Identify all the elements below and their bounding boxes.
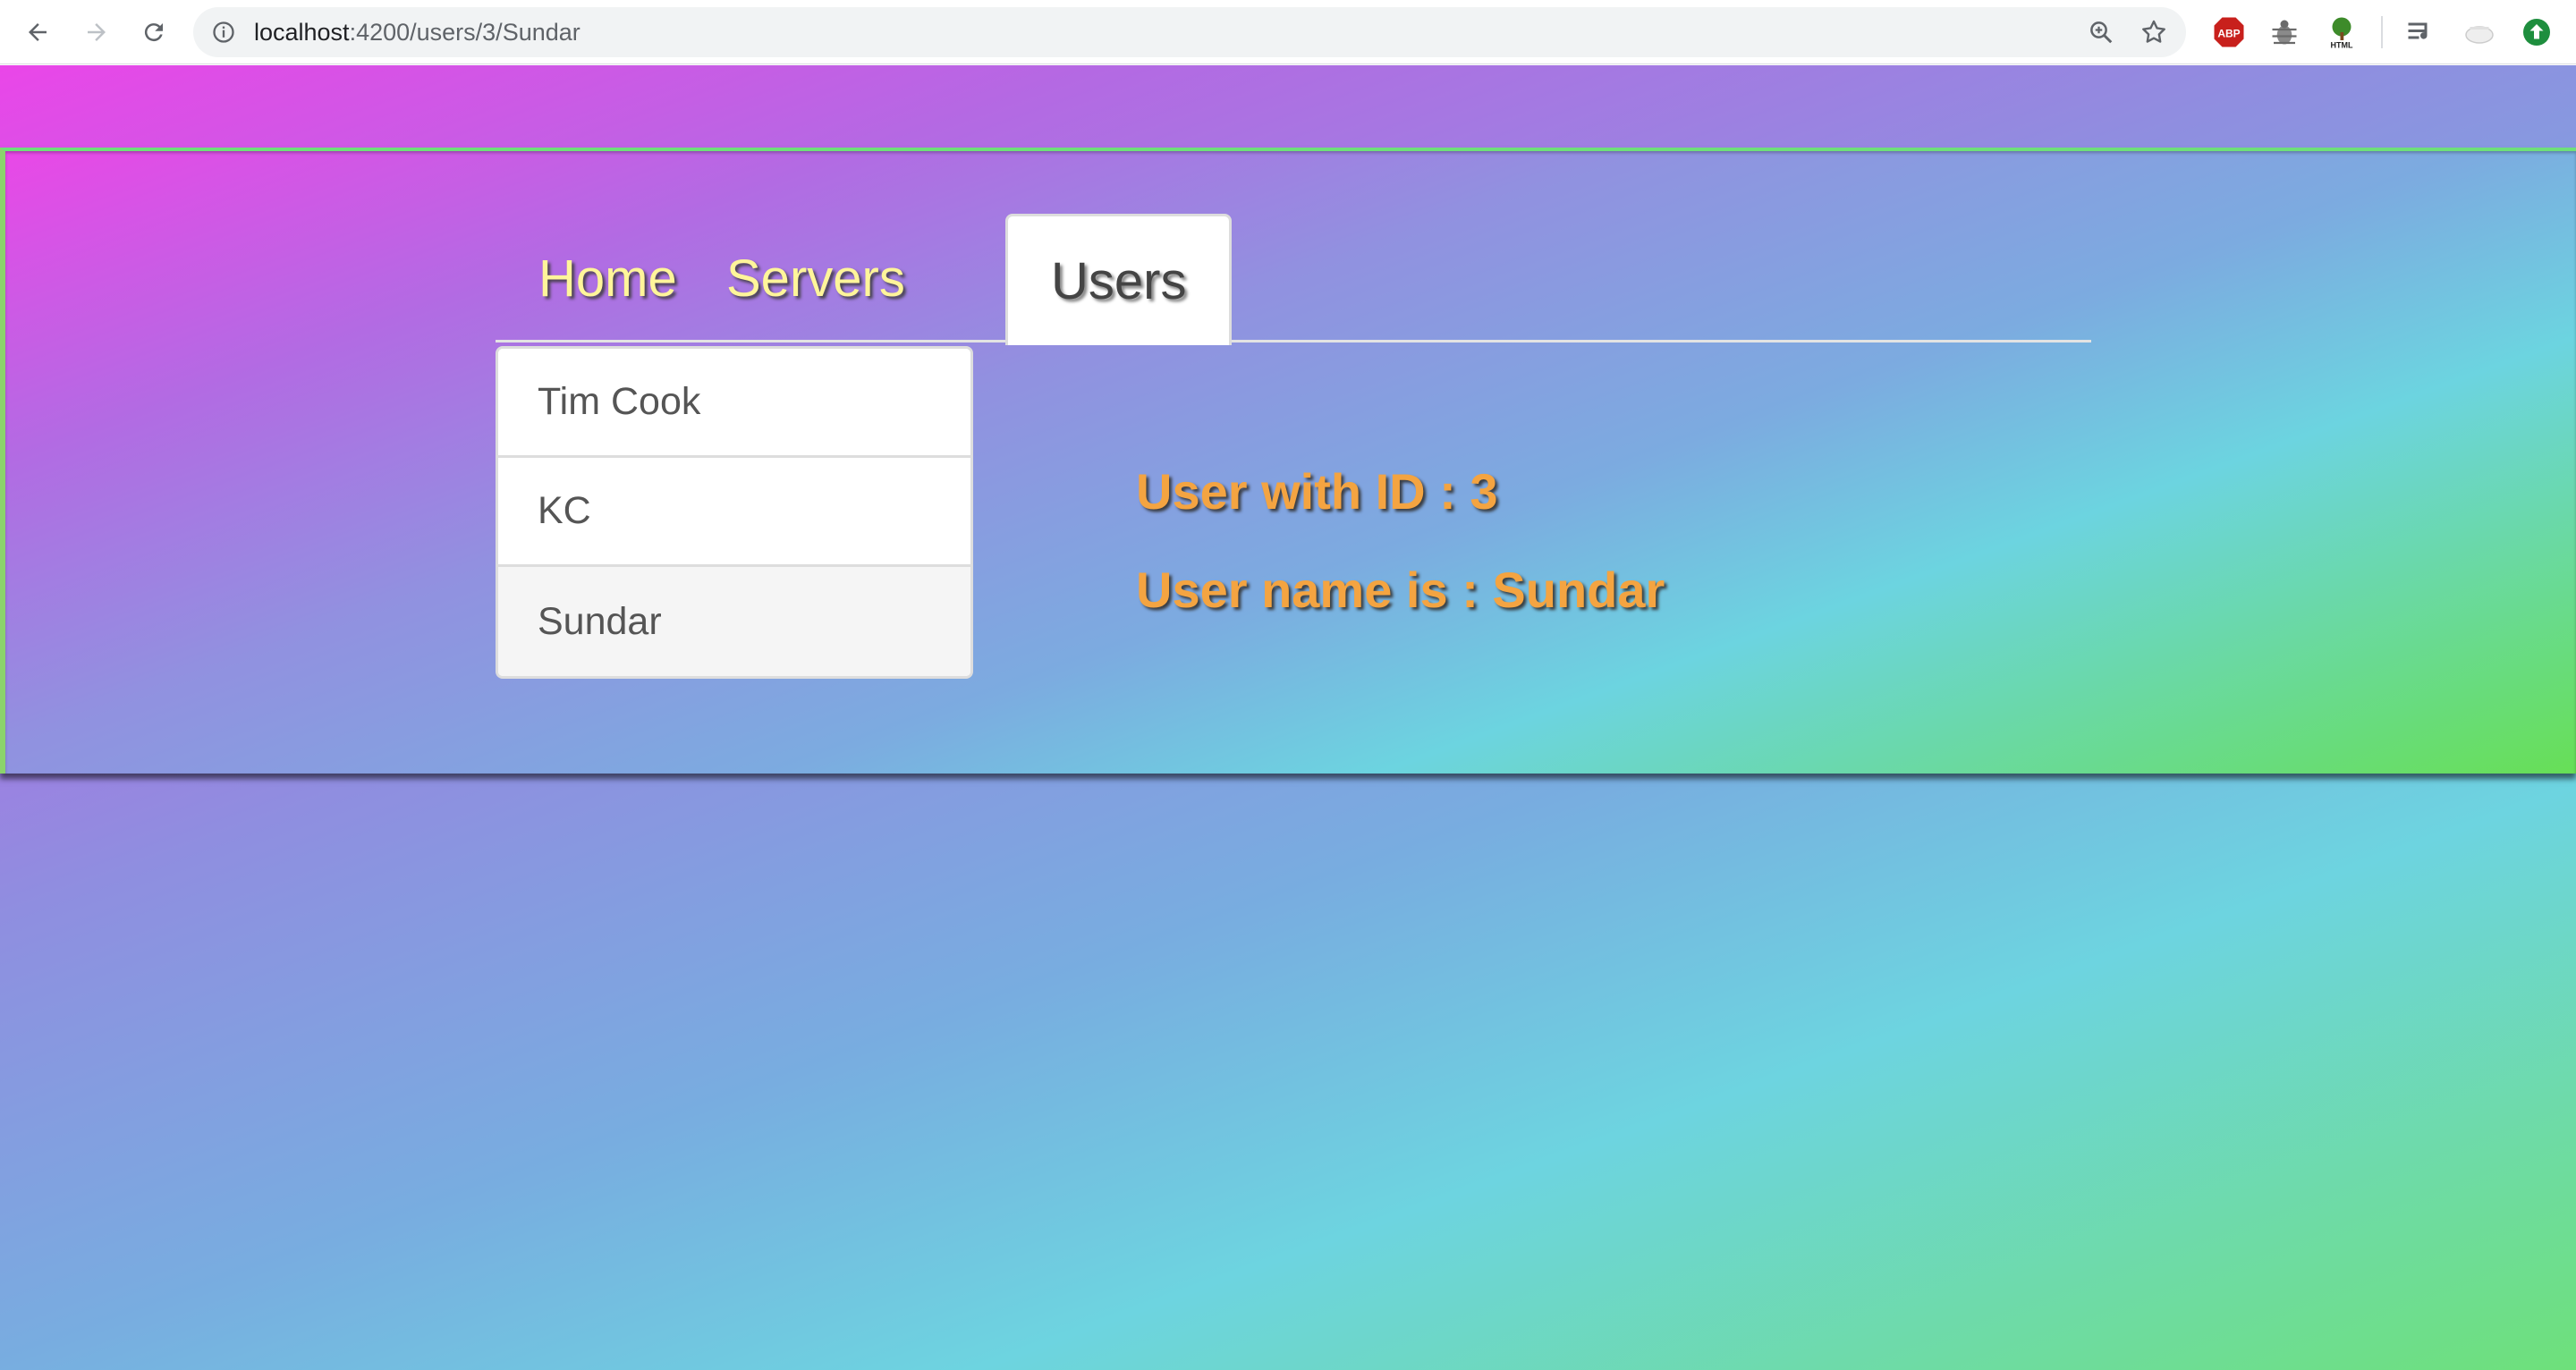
tab-servers-label: Servers xyxy=(726,249,905,308)
content-panel: Home Servers Users Tim Cook KC Sundar Us… xyxy=(0,148,2576,774)
url-host: localhost xyxy=(254,19,350,46)
profile-button[interactable] xyxy=(2462,14,2497,50)
url-path: :4200/users/3/Sundar xyxy=(349,19,580,46)
bug-icon xyxy=(2272,20,2297,45)
forward-button[interactable] xyxy=(77,13,116,52)
bug-extension[interactable] xyxy=(2267,14,2302,50)
tree-label: HTML xyxy=(2331,40,2353,48)
browser-toolbar: localhost:4200/users/3/Sundar ABP HTML xyxy=(0,0,2576,64)
media-button[interactable] xyxy=(2402,14,2438,50)
reload-icon xyxy=(144,23,163,42)
adblock-extension[interactable]: ABP xyxy=(2211,14,2247,50)
star-icon[interactable] xyxy=(2140,18,2168,47)
adblock-label: ABP xyxy=(2217,27,2240,39)
zoom-icon[interactable] xyxy=(2088,19,2114,46)
nav-tabs: Home Servers Users xyxy=(496,214,2091,345)
update-button[interactable] xyxy=(2519,14,2555,50)
tree-icon: HTML xyxy=(2331,17,2353,48)
reload-button[interactable] xyxy=(134,13,174,52)
list-item-tim-cook[interactable]: Tim Cook xyxy=(498,349,970,458)
users-list: Tim Cook KC Sundar xyxy=(496,346,973,679)
list-item-sundar[interactable]: Sundar xyxy=(498,567,970,676)
tab-home-label: Home xyxy=(538,249,677,308)
update-icon xyxy=(2523,19,2550,46)
list-item-label: KC xyxy=(538,489,591,532)
tab-servers[interactable]: Servers xyxy=(683,214,948,342)
media-icon xyxy=(2408,22,2428,39)
list-item-label: Tim Cook xyxy=(538,380,701,423)
profile-icon xyxy=(2465,26,2494,44)
address-bar[interactable]: localhost:4200/users/3/Sundar xyxy=(193,7,2186,57)
url-text[interactable]: localhost:4200/users/3/Sundar xyxy=(254,7,580,57)
info-icon[interactable] xyxy=(211,20,236,45)
tree-extension[interactable]: HTML xyxy=(2324,14,2360,50)
back-button[interactable] xyxy=(18,13,57,52)
toolbar-divider xyxy=(2381,16,2383,48)
page-background: Home Servers Users Tim Cook KC Sundar Us… xyxy=(0,65,2576,1370)
back-icon xyxy=(29,23,47,41)
forward-icon xyxy=(88,23,106,41)
list-item-kc[interactable]: KC xyxy=(498,458,970,567)
user-name-text: User name is : Sundar xyxy=(1136,562,1665,618)
list-item-label: Sundar xyxy=(538,599,662,643)
tab-users[interactable]: Users xyxy=(1005,214,1233,345)
adblock-icon: ABP xyxy=(2214,17,2244,47)
tab-users-label: Users xyxy=(1051,251,1187,310)
user-id-text: User with ID : 3 xyxy=(1136,463,1498,520)
